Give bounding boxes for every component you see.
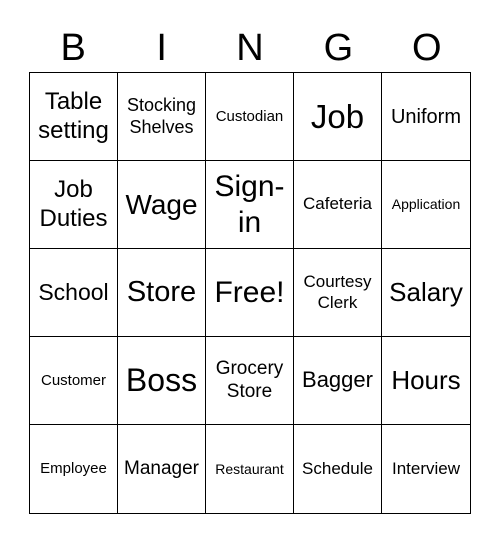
bingo-grid: Table setting Stocking Shelves Custodian… [29, 72, 471, 514]
header-letter-n: N [236, 27, 264, 69]
free-space-cell[interactable]: Free! [206, 249, 294, 337]
header-letter-b: B [60, 27, 86, 69]
bingo-cell[interactable]: Sign-in [206, 161, 294, 249]
header-letter-o: O [412, 27, 442, 69]
bingo-cell[interactable]: Grocery Store [206, 337, 294, 425]
bingo-cell[interactable]: Cafeteria [294, 161, 382, 249]
header-letter-i: I [156, 27, 167, 69]
bingo-cell[interactable]: Job Duties [30, 161, 118, 249]
header-letter-g: G [323, 27, 354, 69]
bingo-cell[interactable]: Restaurant [206, 425, 294, 513]
bingo-cell[interactable]: Boss [118, 337, 206, 425]
bingo-header: B I N G O [29, 26, 471, 70]
bingo-cell[interactable]: Table setting [30, 73, 118, 161]
bingo-cell[interactable]: Schedule [294, 425, 382, 513]
bingo-cell[interactable]: Manager [118, 425, 206, 513]
bingo-cell[interactable]: School [30, 249, 118, 337]
bingo-cell[interactable]: Stocking Shelves [118, 73, 206, 161]
bingo-cell[interactable]: Customer [30, 337, 118, 425]
bingo-cell[interactable]: Bagger [294, 337, 382, 425]
bingo-cell[interactable]: Salary [382, 249, 470, 337]
bingo-cell[interactable]: Employee [30, 425, 118, 513]
bingo-cell[interactable]: Courtesy Clerk [294, 249, 382, 337]
bingo-cell[interactable]: Uniform [382, 73, 470, 161]
bingo-cell[interactable]: Job [294, 73, 382, 161]
bingo-cell[interactable]: Application [382, 161, 470, 249]
bingo-cell[interactable]: Interview [382, 425, 470, 513]
bingo-cell[interactable]: Custodian [206, 73, 294, 161]
bingo-cell[interactable]: Hours [382, 337, 470, 425]
bingo-cell[interactable]: Wage [118, 161, 206, 249]
bingo-cell[interactable]: Store [118, 249, 206, 337]
